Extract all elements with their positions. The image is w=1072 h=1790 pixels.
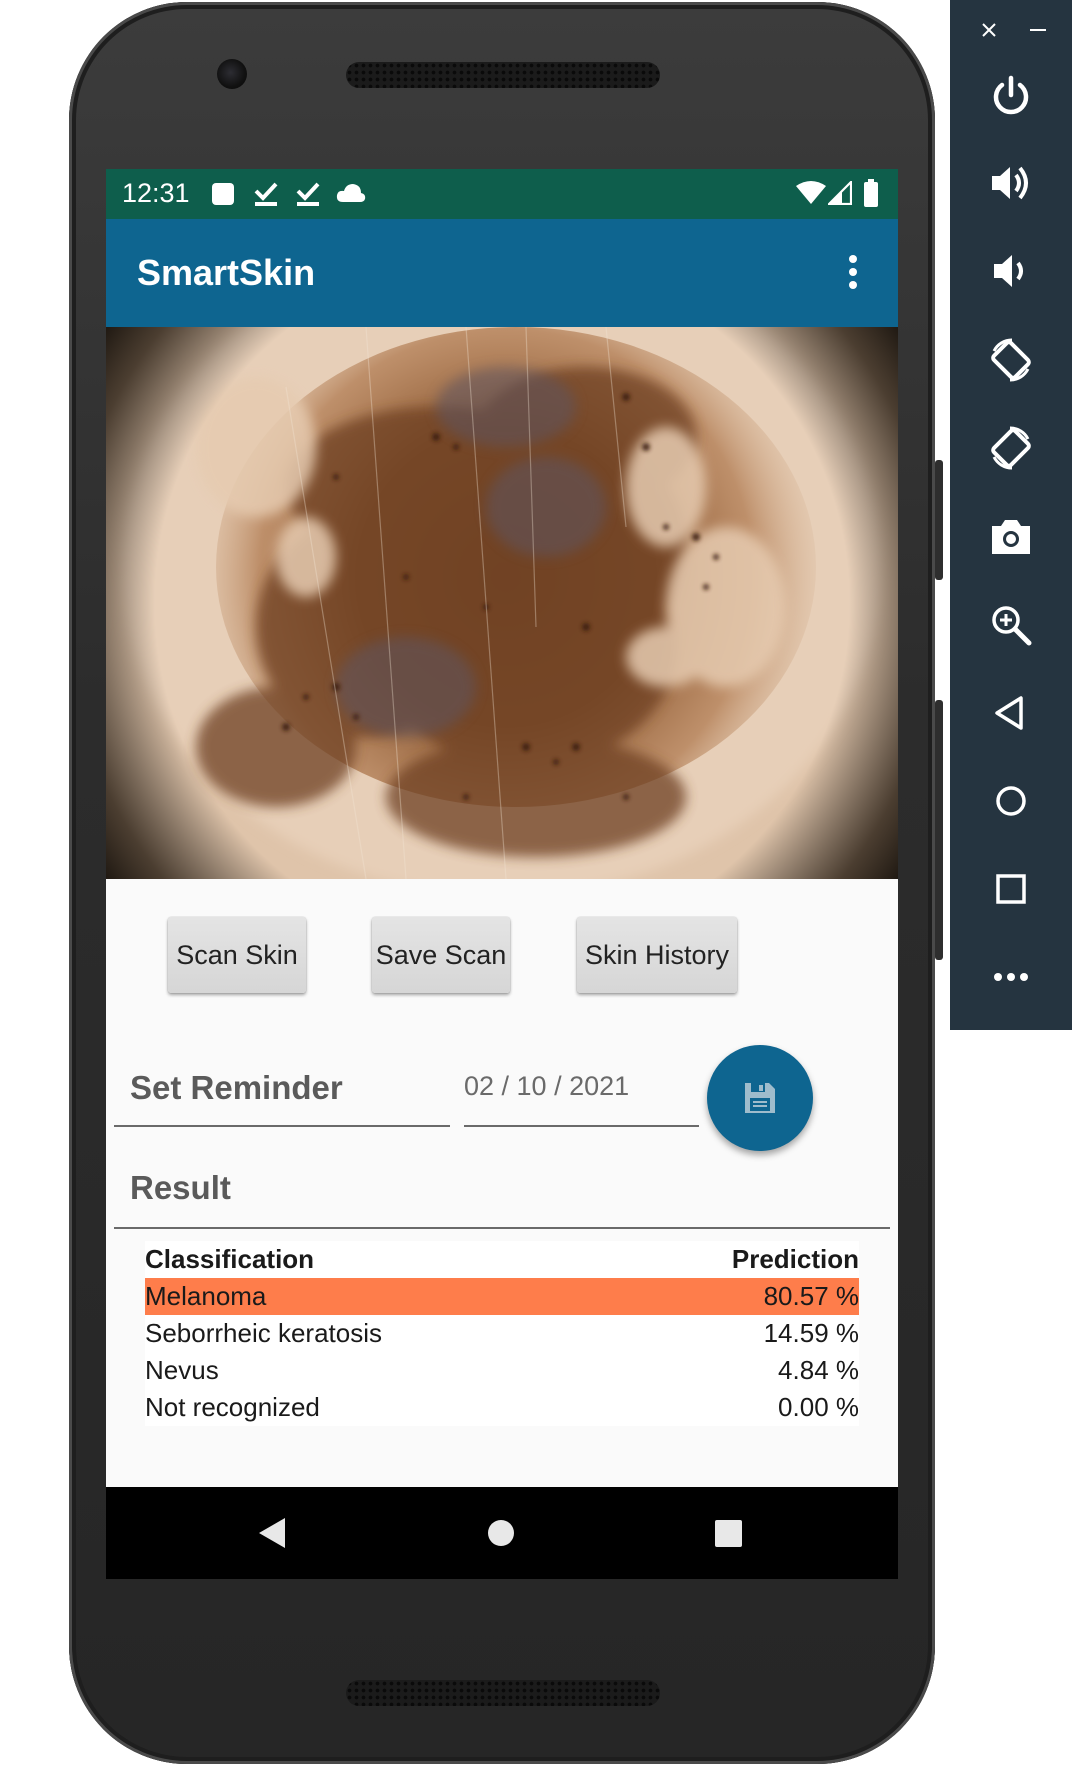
classification-header: Classification — [145, 1244, 315, 1274]
status-time: 12:31 — [122, 178, 190, 208]
reminder-date-field[interactable]: 02 / 10 / 2021 — [464, 1071, 629, 1102]
power-side-button — [935, 460, 943, 580]
classification-cell: Not recognized — [145, 1392, 320, 1422]
table-row: Melanoma 80.57 % — [145, 1278, 859, 1315]
volume-down-icon[interactable] — [988, 248, 1034, 294]
classification-cell: Melanoma — [145, 1281, 267, 1311]
volume-side-button — [935, 700, 943, 960]
download-done-icon — [254, 182, 278, 206]
wifi-icon — [796, 181, 826, 204]
signal-icon — [828, 181, 852, 205]
overview-icon[interactable] — [988, 866, 1034, 912]
square-notification-icon — [212, 183, 234, 205]
save-scan-button[interactable]: Save Scan — [372, 917, 510, 993]
bottom-speaker-grille — [346, 1680, 660, 1706]
skin-history-button[interactable]: Skin History — [577, 917, 737, 993]
result-underline — [114, 1227, 890, 1229]
top-speaker-grille — [346, 62, 660, 88]
power-icon[interactable] — [988, 73, 1034, 119]
minimize-icon[interactable] — [1030, 28, 1046, 32]
classification-cell: Seborrheic keratosis — [145, 1318, 382, 1348]
prediction-cell: 4.84 % — [778, 1355, 859, 1385]
cloud-icon — [336, 184, 366, 202]
home-icon[interactable] — [487, 1519, 515, 1547]
app-title: SmartSkin — [137, 252, 316, 293]
battery-icon — [864, 179, 878, 207]
table-header-row: Classification Prediction — [145, 1241, 859, 1278]
prediction-cell: 80.57 % — [763, 1281, 859, 1311]
content-area: Scan Skin Save Scan Skin History Set Rem… — [106, 879, 898, 1487]
camera-icon[interactable] — [988, 514, 1034, 560]
emulator-toolbar — [950, 0, 1072, 1030]
prediction-cell: 14.59 % — [763, 1318, 859, 1348]
more-vert-icon[interactable] — [846, 255, 860, 293]
floppy-disk-icon — [745, 1083, 775, 1113]
download-done-icon — [296, 182, 320, 206]
table-row: Seborrheic keratosis 14.59 % — [145, 1315, 859, 1352]
more-icon[interactable] — [988, 954, 1034, 1000]
recents-icon[interactable] — [715, 1520, 742, 1547]
result-label: Result — [130, 1169, 231, 1206]
front-camera — [217, 59, 247, 89]
reminder-underline — [114, 1125, 450, 1127]
phone-screen: 12:31 SmartSkin Scan Skin Save Scan Skin… — [106, 169, 898, 1579]
volume-up-icon[interactable] — [988, 160, 1034, 206]
prediction-cell: 0.00 % — [778, 1392, 859, 1422]
app-bar: SmartSkin — [106, 219, 898, 327]
scan-skin-button[interactable]: Scan Skin — [168, 917, 306, 993]
rotate-left-icon[interactable] — [988, 337, 1034, 383]
classification-cell: Nevus — [145, 1355, 219, 1385]
save-reminder-fab[interactable] — [707, 1045, 813, 1151]
skin-lesion-image — [106, 327, 898, 879]
prediction-header: Prediction — [731, 1244, 859, 1274]
date-underline — [464, 1125, 699, 1127]
status-bar: 12:31 — [106, 169, 898, 219]
table-row: Nevus 4.84 % — [145, 1352, 859, 1389]
close-icon[interactable] — [981, 22, 997, 38]
result-table: Classification Prediction Melanoma 80.57… — [145, 1241, 859, 1426]
zoom-icon[interactable] — [988, 602, 1034, 648]
home-icon[interactable] — [988, 778, 1034, 824]
rotate-right-icon[interactable] — [988, 425, 1034, 471]
back-icon[interactable] — [258, 1517, 286, 1549]
table-row: Not recognized 0.00 % — [145, 1389, 859, 1426]
set-reminder-label: Set Reminder — [130, 1069, 343, 1106]
back-icon[interactable] — [988, 690, 1034, 736]
navigation-bar — [106, 1487, 898, 1579]
